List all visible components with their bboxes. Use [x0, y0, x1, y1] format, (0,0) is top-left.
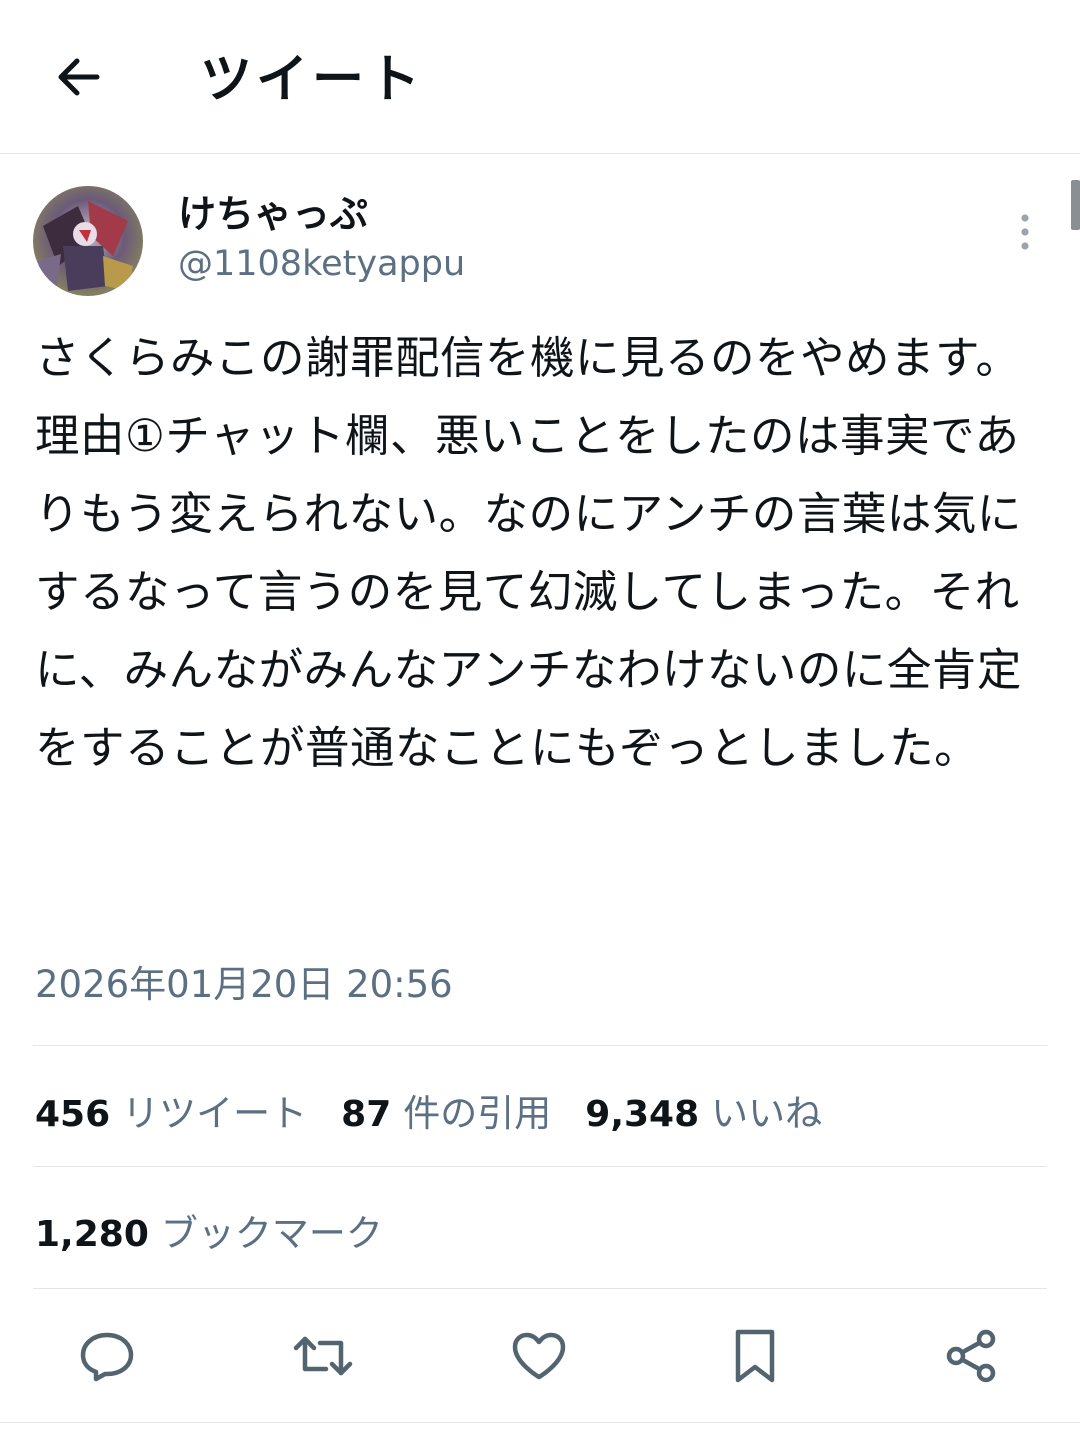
quotes-count: 87 — [341, 1094, 392, 1135]
tweet-action-bar — [0, 1310, 1080, 1402]
divider — [33, 1045, 1047, 1046]
like-button[interactable] — [507, 1324, 571, 1388]
more-vertical-icon — [1021, 214, 1029, 250]
bookmarks-count: 1,280 — [35, 1214, 149, 1255]
back-button[interactable] — [44, 44, 110, 110]
avatar[interactable] — [33, 186, 143, 296]
divider — [33, 1288, 1047, 1289]
author-display-name[interactable]: けちゃっぷ — [178, 188, 368, 240]
divider — [33, 1166, 1047, 1167]
bookmark-icon — [735, 1329, 775, 1383]
share-icon — [946, 1329, 996, 1383]
tweet-timestamp[interactable]: 2026年01月20日 20:56 — [35, 958, 453, 1012]
author-handle[interactable]: @1108ketyappu — [178, 240, 465, 288]
avatar-image — [33, 186, 143, 296]
bookmark-stats: 1,280 ブックマーク — [35, 1200, 417, 1260]
more-options-button[interactable] — [1006, 208, 1044, 256]
retweets-count: 456 — [35, 1094, 111, 1135]
share-button[interactable] — [939, 1324, 1003, 1388]
quotes-stat[interactable]: 87 件の引用 — [341, 1083, 551, 1137]
bookmark-button[interactable] — [723, 1324, 787, 1388]
like-icon — [512, 1332, 566, 1380]
reply-icon — [80, 1332, 134, 1382]
scrollbar-thumb[interactable] — [1071, 180, 1080, 230]
bookmarks-stat[interactable]: 1,280 ブックマーク — [35, 1203, 383, 1257]
retweets-label: リツイート — [122, 1092, 308, 1135]
tweet-text: さくらみこの謝罪配信を機に見るのをやめます。 理由①チャット欄、悪いことをしたの… — [35, 333, 1022, 774]
likes-count: 9,348 — [585, 1094, 700, 1135]
retweet-button[interactable] — [291, 1324, 355, 1388]
likes-stat[interactable]: 9,348 いいね — [585, 1083, 822, 1137]
reply-button[interactable] — [75, 1324, 139, 1388]
likes-label: いいね — [711, 1092, 823, 1135]
page-title: ツイート — [200, 50, 425, 110]
arrow-left-icon — [58, 58, 100, 96]
retweet-icon — [293, 1336, 353, 1376]
quotes-label: 件の引用 — [403, 1092, 552, 1135]
app-header: ツイート — [0, 0, 1080, 154]
bookmarks-label: ブックマーク — [160, 1212, 383, 1255]
engagement-stats: 456 リツイート 87 件の引用 9,348 いいね — [35, 1080, 856, 1140]
retweets-stat[interactable]: 456 リツイート — [35, 1083, 307, 1137]
divider — [0, 1422, 1080, 1423]
